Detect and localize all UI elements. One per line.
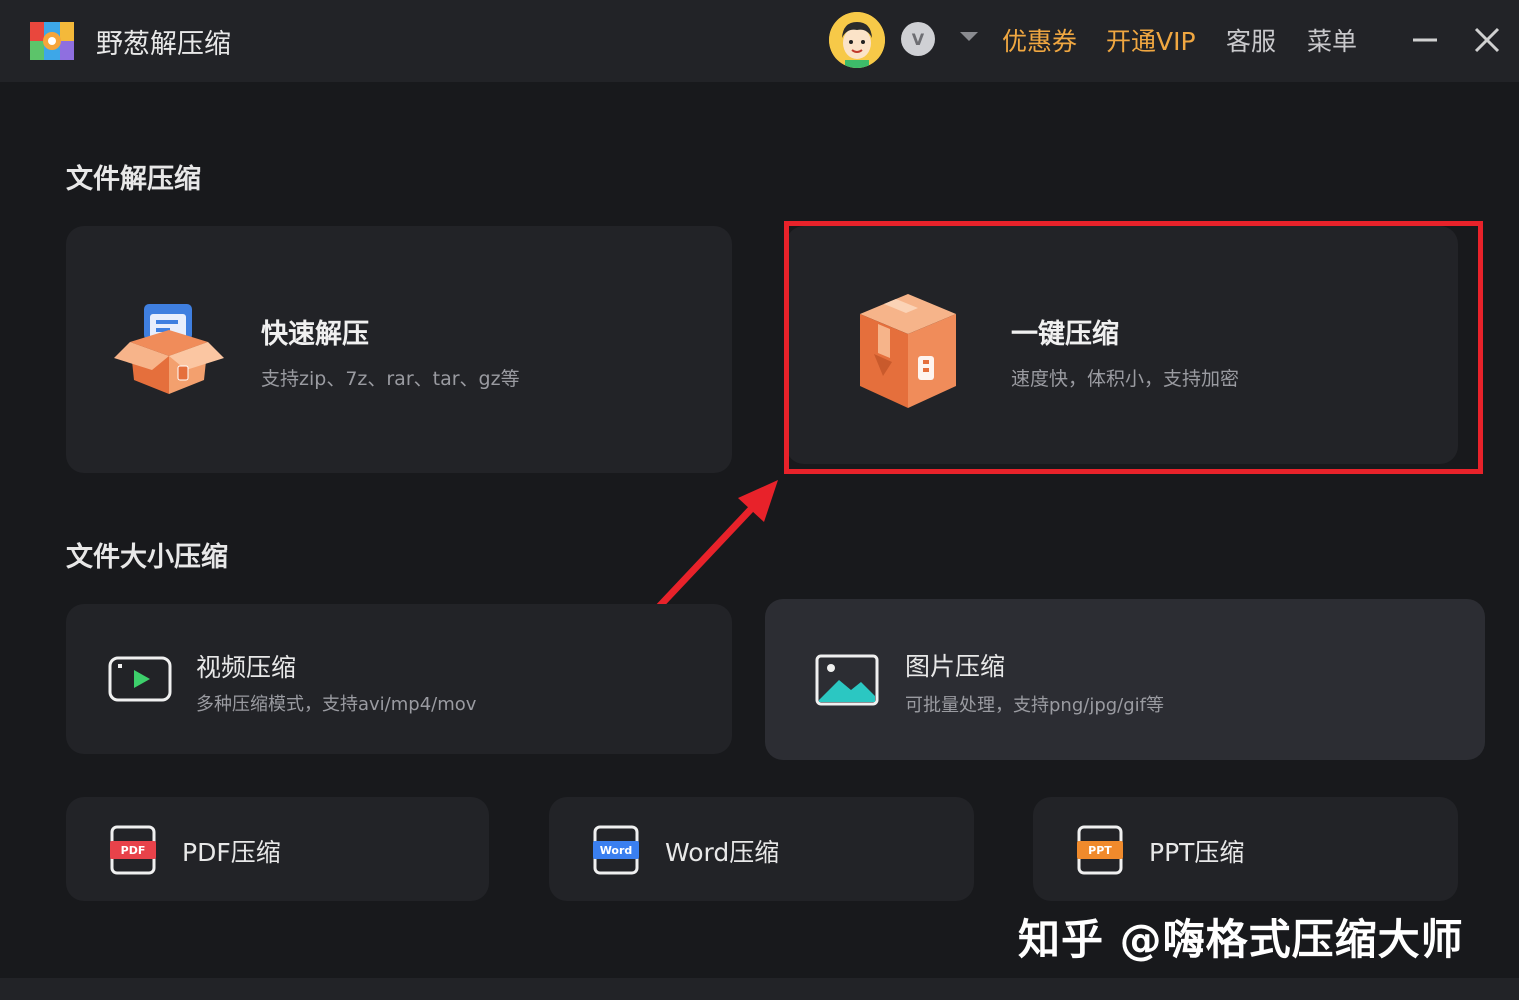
avatar-face-icon: [829, 12, 885, 68]
ppt-compress-title: PPT压缩: [1149, 838, 1245, 867]
image-picture-icon: [815, 654, 879, 706]
open-box-icon: [114, 304, 224, 394]
ppt-icon-label: PPT: [1088, 844, 1112, 857]
pdf-file-icon: PDF: [110, 825, 156, 875]
image-compress-card[interactable]: 图片压缩 可批量处理，支持png/jpg/gif等: [765, 599, 1485, 760]
section-title-decompress: 文件解压缩: [66, 164, 201, 195]
word-file-icon: Word: [593, 825, 639, 875]
word-compress-card[interactable]: Word Word压缩: [549, 797, 974, 901]
quick-decompress-card[interactable]: 快速解压 支持zip、7z、rar、tar、gz等: [66, 226, 732, 473]
watermark-text: 知乎 @嗨格式压缩大师: [1018, 915, 1464, 964]
ppt-compress-card[interactable]: PPT PPT压缩: [1033, 797, 1458, 901]
video-compress-title: 视频压缩: [196, 653, 297, 682]
annotation-arrow-icon: [650, 480, 778, 616]
minimize-icon[interactable]: [1405, 20, 1445, 60]
package-box-icon: [860, 294, 956, 408]
image-compress-title: 图片压缩: [905, 652, 1006, 681]
close-icon[interactable]: [1467, 20, 1507, 60]
chevron-down-icon[interactable]: [960, 32, 978, 41]
pdf-icon-label: PDF: [121, 844, 146, 857]
video-compress-subtitle: 多种压缩模式，支持avi/mp4/mov: [196, 694, 477, 715]
pdf-compress-card[interactable]: PDF PDF压缩: [66, 797, 489, 901]
quick-decompress-title: 快速解压: [261, 319, 369, 350]
open-vip-link[interactable]: 开通VIP: [1106, 22, 1196, 58]
quick-decompress-subtitle: 支持zip、7z、rar、tar、gz等: [261, 368, 520, 390]
ppt-file-icon: PPT: [1077, 825, 1123, 875]
pdf-compress-title: PDF压缩: [182, 838, 281, 867]
coupon-link[interactable]: 优惠券: [1002, 22, 1077, 58]
image-compress-subtitle: 可批量处理，支持png/jpg/gif等: [905, 695, 1165, 716]
one-click-compress-title: 一键压缩: [1011, 319, 1119, 350]
section-title-size-compress: 文件大小压缩: [66, 542, 228, 573]
vip-level-badge[interactable]: V: [901, 22, 935, 56]
app-title: 野葱解压缩: [96, 29, 231, 60]
video-compress-card[interactable]: 视频压缩 多种压缩模式，支持avi/mp4/mov: [66, 604, 732, 754]
title-bar: 野葱解压缩 V 优惠券 开通VIP 客服 菜单: [0, 0, 1519, 82]
one-click-compress-card[interactable]: 一键压缩 速度快，体积小，支持加密: [786, 226, 1458, 464]
customer-service-link[interactable]: 客服: [1226, 22, 1276, 58]
menu-link[interactable]: 菜单: [1307, 22, 1357, 58]
one-click-compress-subtitle: 速度快，体积小，支持加密: [1011, 368, 1240, 390]
app-logo-icon: [30, 22, 74, 60]
word-icon-label: Word: [600, 844, 633, 857]
bottom-strip: [0, 978, 1519, 1000]
user-avatar[interactable]: [829, 12, 885, 68]
word-compress-title: Word压缩: [665, 838, 780, 867]
video-play-icon: [108, 656, 172, 702]
